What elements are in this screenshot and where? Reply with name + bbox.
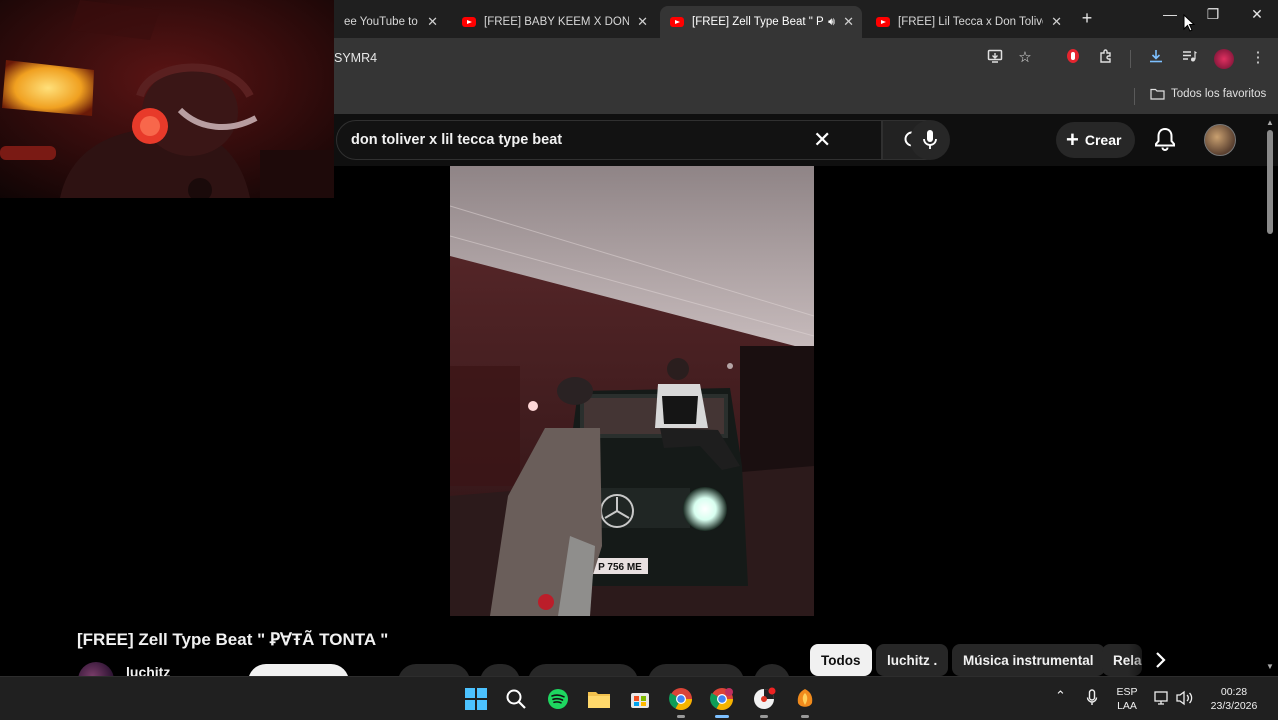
microphone-tray-icon[interactable]: [1086, 689, 1098, 707]
toolbar-divider: [1130, 50, 1131, 68]
video-thumbnail-frame: P 756 ME: [450, 166, 814, 616]
youtube-favicon-icon: [462, 17, 476, 27]
new-tab-button[interactable]: +: [1072, 8, 1102, 29]
show-hidden-icons-chevron[interactable]: ⌃: [1055, 689, 1066, 703]
minimize-button[interactable]: —: [1155, 6, 1185, 22]
start-windows-icon[interactable]: [462, 685, 490, 713]
fl-studio-icon[interactable]: [791, 685, 819, 718]
file-explorer-icon[interactable]: [585, 685, 613, 713]
microphone-icon: [923, 130, 937, 149]
media-controls-icon[interactable]: [1178, 48, 1200, 68]
webcam-overlay: [0, 0, 334, 198]
mouse-cursor-icon: [1183, 14, 1195, 32]
clock-time: 00:28: [1220, 686, 1248, 698]
input-language-indicator[interactable]: ESP LAA: [1112, 685, 1142, 713]
all-bookmarks-button[interactable]: Todos los favoritos: [1150, 88, 1266, 100]
scroll-up-arrow-icon[interactable]: ▲: [1266, 118, 1274, 127]
video-player[interactable]: P 756 ME: [450, 166, 814, 616]
youtube-masthead: don toliver x lil tecca type beat ✕ + Cr…: [334, 114, 1278, 166]
search-query-text: don toliver x lil tecca type beat: [351, 132, 563, 148]
tab-title: [FREE] Zell Type Beat " P: [692, 16, 824, 28]
chip-channel[interactable]: luchitz .: [876, 644, 949, 676]
close-window-button[interactable]: ✕: [1242, 6, 1272, 23]
windows-taskbar: ⌃ ESP LAA 00:28 23/3/2026: [0, 676, 1278, 720]
license-plate-text: P 756 ME: [598, 562, 642, 573]
all-bookmarks-label: Todos los favoritos: [1171, 88, 1267, 100]
tab-youtube-to-mp3[interactable]: ee YouTube to M ✕: [334, 6, 446, 38]
create-label: Crear: [1084, 132, 1122, 148]
youtube-favicon-icon: [670, 17, 684, 27]
folder-icon: [1150, 88, 1165, 100]
recording-app-icon[interactable]: [750, 685, 778, 718]
extensions-puzzle-icon[interactable]: [1095, 48, 1117, 68]
downloads-icon[interactable]: [1145, 48, 1167, 68]
clock[interactable]: 00:28 23/3/2026: [1204, 685, 1264, 713]
profile-avatar[interactable]: [1214, 49, 1234, 69]
bookmark-star-icon[interactable]: ☆: [1014, 48, 1036, 66]
chrome-taskbar-icon[interactable]: [667, 685, 695, 718]
video-title: [FREE] Zell Type Beat " ꝐⱯŦÃ TONTA ": [77, 630, 389, 649]
close-tab-icon[interactable]: ✕: [1051, 14, 1062, 30]
scroll-down-arrow-icon[interactable]: ▼: [1266, 662, 1274, 671]
language-code: ESP: [1116, 686, 1138, 698]
search-taskbar-icon[interactable]: [502, 685, 530, 713]
restore-button[interactable]: ❐: [1198, 6, 1228, 23]
close-tab-icon[interactable]: ✕: [427, 14, 438, 30]
page-scrollbar-thumb[interactable]: [1267, 130, 1273, 234]
clock-date: 23/3/2026: [1210, 700, 1258, 712]
plus-icon: +: [1066, 127, 1079, 152]
tab-title: ee YouTube to M: [344, 16, 419, 28]
voice-search-button[interactable]: [910, 120, 950, 160]
search-input[interactable]: don toliver x lil tecca type beat ✕: [336, 120, 882, 160]
notifications-bell-icon[interactable]: [1154, 126, 1176, 152]
account-avatar[interactable]: [1204, 124, 1236, 156]
tab-baby-keem[interactable]: [FREE] BABY KEEM X DON TO ✕: [452, 6, 656, 38]
chrome-menu-icon[interactable]: ⋮: [1247, 48, 1269, 66]
speaker-audio-icon[interactable]: 🔊︎: [828, 16, 835, 29]
url-text[interactable]: SYMR4: [334, 51, 377, 65]
chrome-profile-taskbar-icon[interactable]: [708, 685, 736, 718]
chip-instrumental-music[interactable]: Música instrumental: [952, 644, 1105, 676]
clear-search-icon[interactable]: ✕: [813, 127, 831, 153]
bookmarks-divider: [1134, 88, 1135, 105]
tab-title: [FREE] Lil Tecca x Don Toliver: [898, 16, 1044, 28]
close-tab-icon[interactable]: ✕: [637, 14, 648, 30]
volume-icon[interactable]: [1176, 690, 1194, 706]
tab-zell-type-beat[interactable]: [FREE] Zell Type Beat " P 🔊︎ ✕: [660, 6, 862, 38]
adblock-extension-icon[interactable]: [1062, 48, 1084, 68]
create-button[interactable]: + Crear: [1056, 122, 1136, 158]
chip-all[interactable]: Todos: [810, 644, 872, 676]
microsoft-store-icon[interactable]: [626, 685, 654, 713]
webcam-feed-image: [0, 0, 334, 198]
chevron-right-icon[interactable]: [1152, 650, 1168, 670]
spotify-icon[interactable]: [544, 685, 572, 713]
keyboard-layout-code: LAA: [1117, 700, 1137, 712]
youtube-favicon-icon: [876, 17, 890, 27]
install-app-icon[interactable]: [984, 48, 1006, 68]
tab-title: [FREE] BABY KEEM X DON TO: [484, 16, 630, 28]
close-tab-icon[interactable]: ✕: [843, 14, 854, 30]
network-icon[interactable]: [1154, 690, 1170, 706]
tab-lil-tecca[interactable]: [FREE] Lil Tecca x Don Toliver ✕: [866, 6, 1070, 38]
